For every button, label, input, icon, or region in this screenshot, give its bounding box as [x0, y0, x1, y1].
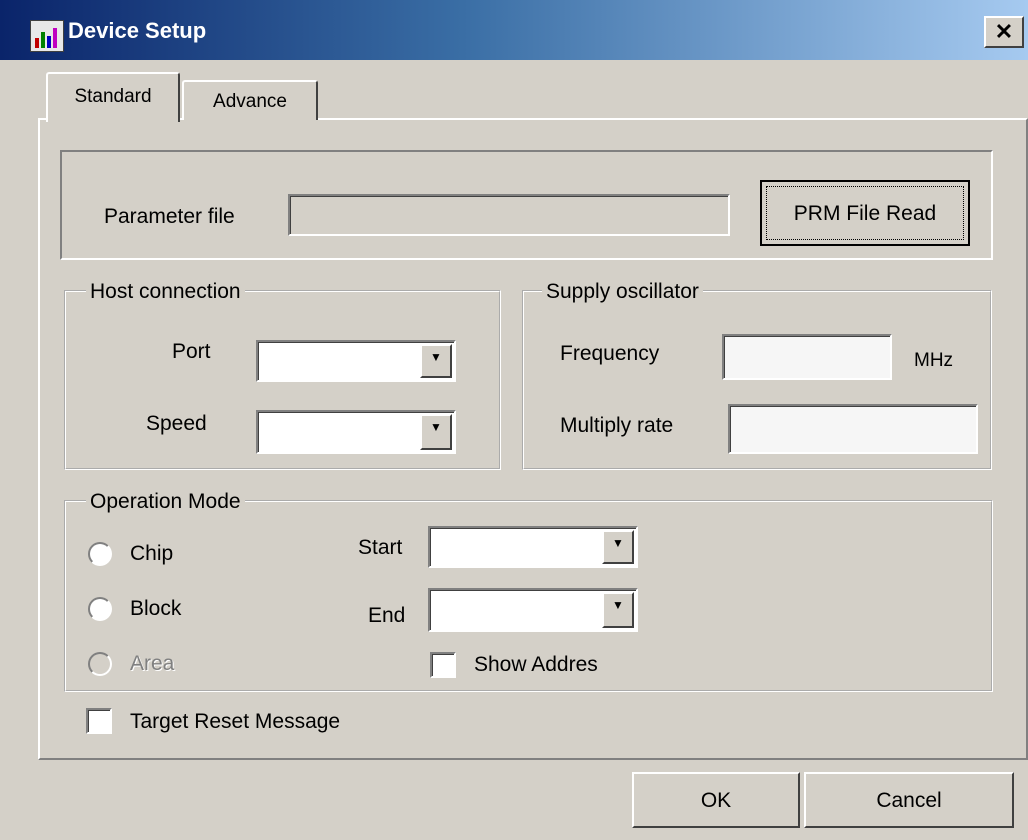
start-select[interactable]: ▼	[428, 526, 638, 568]
tab-standard[interactable]: Standard	[46, 72, 180, 122]
frequency-unit: MHz	[914, 350, 954, 371]
title-bar: Device Setup ✕	[0, 0, 1028, 60]
operation-mode-title: Operation Mode	[86, 490, 245, 514]
start-label: Start	[358, 536, 403, 559]
show-address-checkbox[interactable]	[430, 652, 456, 678]
multiply-rate-field[interactable]	[728, 404, 978, 454]
prm-file-read-label: PRM File Read	[793, 202, 937, 225]
port-label: Port	[172, 340, 211, 363]
ok-button[interactable]: OK	[632, 772, 800, 828]
radio-block-label: Block	[130, 597, 182, 620]
speed-label: Speed	[146, 412, 207, 435]
radio-area	[88, 652, 112, 676]
speed-select[interactable]: ▼	[256, 410, 456, 454]
tab-advance[interactable]: Advance	[182, 80, 318, 120]
prm-file-read-button[interactable]: PRM File Read	[760, 180, 970, 246]
frequency-field[interactable]	[722, 334, 892, 380]
supply-oscillator-title: Supply oscillator	[542, 280, 703, 304]
end-select[interactable]: ▼	[428, 588, 638, 632]
end-label: End	[368, 604, 406, 627]
cancel-button[interactable]: Cancel	[804, 772, 1014, 828]
target-reset-checkbox[interactable]	[86, 708, 112, 734]
parameter-file-label: Parameter file	[104, 205, 235, 228]
radio-area-label: Area	[130, 652, 175, 675]
port-select[interactable]: ▼	[256, 340, 456, 382]
cancel-label: Cancel	[876, 789, 942, 812]
app-chart-icon	[30, 20, 64, 52]
chevron-down-icon[interactable]: ▼	[602, 592, 634, 628]
tab-standard-label: Standard	[74, 86, 152, 107]
window-title: Device Setup	[68, 18, 207, 43]
radio-chip-label: Chip	[130, 542, 174, 565]
host-connection-title: Host connection	[86, 280, 245, 304]
multiply-rate-label: Multiply rate	[560, 414, 674, 437]
tab-advance-label: Advance	[213, 91, 287, 112]
close-button[interactable]: ✕	[984, 16, 1024, 48]
show-address-label: Show Addres	[474, 653, 598, 676]
chevron-down-icon[interactable]: ▼	[420, 414, 452, 450]
ok-label: OK	[700, 789, 732, 812]
frequency-label: Frequency	[560, 342, 660, 365]
radio-chip[interactable]	[88, 542, 112, 566]
close-icon: ✕	[994, 19, 1014, 44]
radio-block[interactable]	[88, 597, 112, 621]
target-reset-label: Target Reset Message	[130, 710, 341, 733]
chevron-down-icon[interactable]: ▼	[602, 530, 634, 564]
chevron-down-icon[interactable]: ▼	[420, 344, 452, 378]
parameter-file-field	[288, 194, 730, 236]
